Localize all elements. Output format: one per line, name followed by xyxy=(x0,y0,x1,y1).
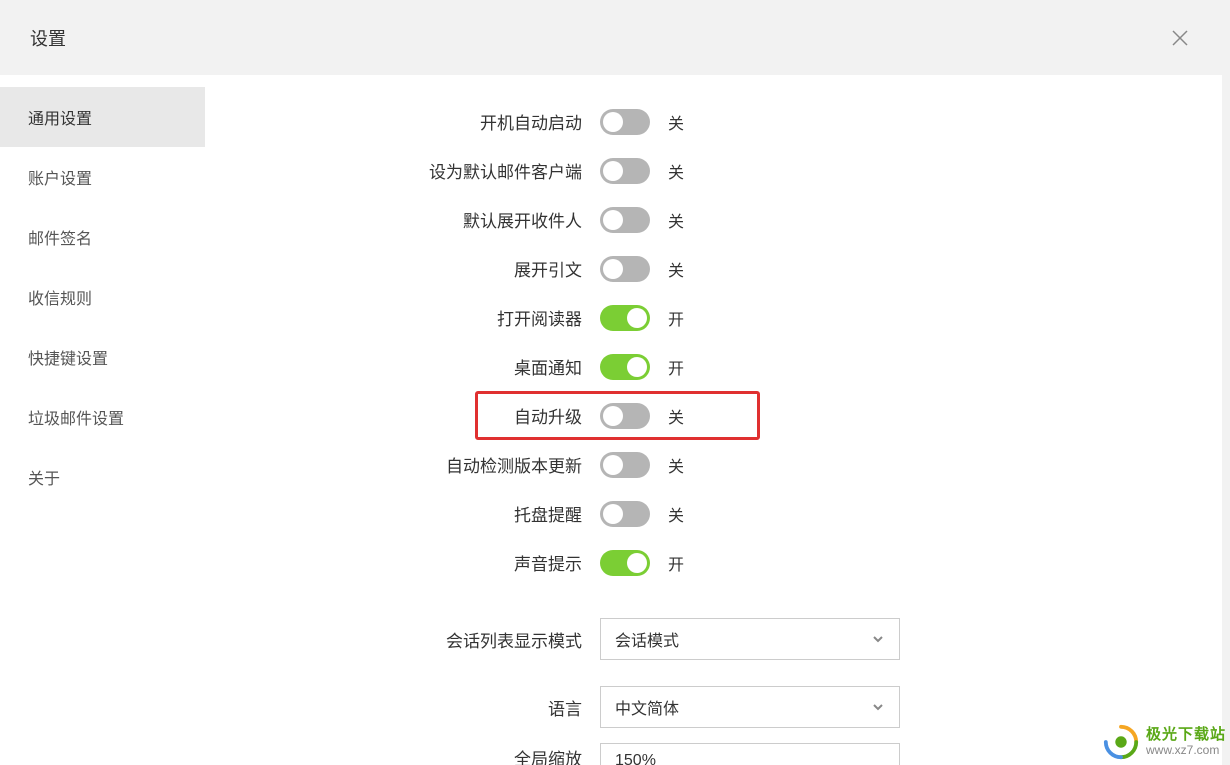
toggle-state-label: 关 xyxy=(668,159,684,183)
sidebar-item-label: 收信规则 xyxy=(28,285,92,309)
setting-row-9: 声音提示 开 xyxy=(205,538,1222,587)
toggle-state-label: 关 xyxy=(668,453,684,477)
window-title: 设置 xyxy=(30,25,66,51)
setting-label: 展开引文 xyxy=(205,256,600,281)
toggle-knob xyxy=(603,210,623,230)
sidebar-item-label: 账户设置 xyxy=(28,165,92,189)
toggle-state-label: 开 xyxy=(668,551,684,575)
toggle-switch[interactable] xyxy=(600,501,650,527)
watermark-url: www.xz7.com xyxy=(1146,744,1226,758)
sidebar-item-label: 关于 xyxy=(28,465,60,489)
select-value: 150% xyxy=(615,752,656,765)
toggle-knob xyxy=(603,161,623,181)
toggle-knob xyxy=(603,259,623,279)
toggle-switch[interactable] xyxy=(600,452,650,478)
sidebar-item-1[interactable]: 账户设置 xyxy=(0,147,205,207)
select-row-2: 全局缩放 150% xyxy=(205,741,1222,765)
toggle-knob xyxy=(627,553,647,573)
toggle-knob xyxy=(603,112,623,132)
sidebar-item-5[interactable]: 垃圾邮件设置 xyxy=(0,387,205,447)
toggle-switch[interactable] xyxy=(600,158,650,184)
sidebar-item-label: 通用设置 xyxy=(28,105,92,129)
toggle-knob xyxy=(627,308,647,328)
toggle-state-label: 开 xyxy=(668,306,684,330)
toggle-switch[interactable] xyxy=(600,207,650,233)
sidebar: 通用设置账户设置邮件签名收信规则快捷键设置垃圾邮件设置关于 xyxy=(0,75,205,765)
select-dropdown[interactable]: 中文简体 xyxy=(600,686,900,728)
toggle-state-label: 开 xyxy=(668,355,684,379)
watermark-logo-icon xyxy=(1102,723,1140,761)
select-dropdown[interactable]: 150% xyxy=(600,743,900,765)
setting-label: 打开阅读器 xyxy=(205,305,600,330)
setting-row-5: 桌面通知 开 xyxy=(205,342,1222,391)
sidebar-item-label: 垃圾邮件设置 xyxy=(28,405,124,429)
chevron-down-icon xyxy=(871,700,885,714)
select-label: 会话列表显示模式 xyxy=(205,627,600,652)
setting-row-7: 自动检测版本更新 关 xyxy=(205,440,1222,489)
content: 开机自动启动关设为默认邮件客户端关默认展开收件人关展开引文关打开阅读器开桌面通知… xyxy=(205,75,1222,765)
setting-row-0: 开机自动启动 关 xyxy=(205,97,1222,146)
select-value: 会话模式 xyxy=(615,627,679,651)
select-dropdown[interactable]: 会话模式 xyxy=(600,618,900,660)
sidebar-item-label: 快捷键设置 xyxy=(28,345,108,369)
setting-label: 桌面通知 xyxy=(205,354,600,379)
toggle-knob xyxy=(603,504,623,524)
select-value: 中文简体 xyxy=(615,695,679,719)
setting-label: 设为默认邮件客户端 xyxy=(205,158,600,183)
toggle-knob xyxy=(627,357,647,377)
watermark-title: 极光下载站 xyxy=(1146,726,1226,743)
sidebar-item-6[interactable]: 关于 xyxy=(0,447,205,507)
toggle-state-label: 关 xyxy=(668,208,684,232)
sidebar-item-2[interactable]: 邮件签名 xyxy=(0,207,205,267)
toggle-switch[interactable] xyxy=(600,354,650,380)
setting-row-8: 托盘提醒 关 xyxy=(205,489,1222,538)
toggle-switch[interactable] xyxy=(600,256,650,282)
select-row-1: 语言中文简体 xyxy=(205,673,1222,741)
setting-label: 默认展开收件人 xyxy=(205,207,600,232)
chevron-down-icon xyxy=(871,632,885,646)
highlight-box xyxy=(475,391,760,440)
setting-label: 托盘提醒 xyxy=(205,501,600,526)
sidebar-item-label: 邮件签名 xyxy=(28,225,92,249)
select-label: 语言 xyxy=(205,695,600,720)
toggle-switch[interactable] xyxy=(600,305,650,331)
toggle-state-label: 关 xyxy=(668,257,684,281)
toggle-state-label: 关 xyxy=(668,110,684,134)
setting-row-3: 展开引文 关 xyxy=(205,244,1222,293)
setting-row-2: 默认展开收件人 关 xyxy=(205,195,1222,244)
watermark: 极光下载站 www.xz7.com xyxy=(1102,723,1226,761)
setting-label: 声音提示 xyxy=(205,550,600,575)
toggle-switch[interactable] xyxy=(600,109,650,135)
setting-label: 开机自动启动 xyxy=(205,109,600,134)
select-row-0: 会话列表显示模式会话模式 xyxy=(205,605,1222,673)
sidebar-item-4[interactable]: 快捷键设置 xyxy=(0,327,205,387)
setting-row-6: 自动升级关 xyxy=(205,391,1222,440)
setting-row-1: 设为默认邮件客户端 关 xyxy=(205,146,1222,195)
toggle-state-label: 关 xyxy=(668,502,684,526)
toggle-switch[interactable] xyxy=(600,550,650,576)
sidebar-item-3[interactable]: 收信规则 xyxy=(0,267,205,327)
setting-label: 自动检测版本更新 xyxy=(205,452,600,477)
setting-row-4: 打开阅读器 开 xyxy=(205,293,1222,342)
close-button[interactable] xyxy=(1168,26,1192,50)
close-icon xyxy=(1171,29,1189,47)
select-label: 全局缩放 xyxy=(205,745,600,765)
sidebar-item-0[interactable]: 通用设置 xyxy=(0,87,205,147)
titlebar: 设置 xyxy=(0,0,1222,75)
toggle-knob xyxy=(603,455,623,475)
